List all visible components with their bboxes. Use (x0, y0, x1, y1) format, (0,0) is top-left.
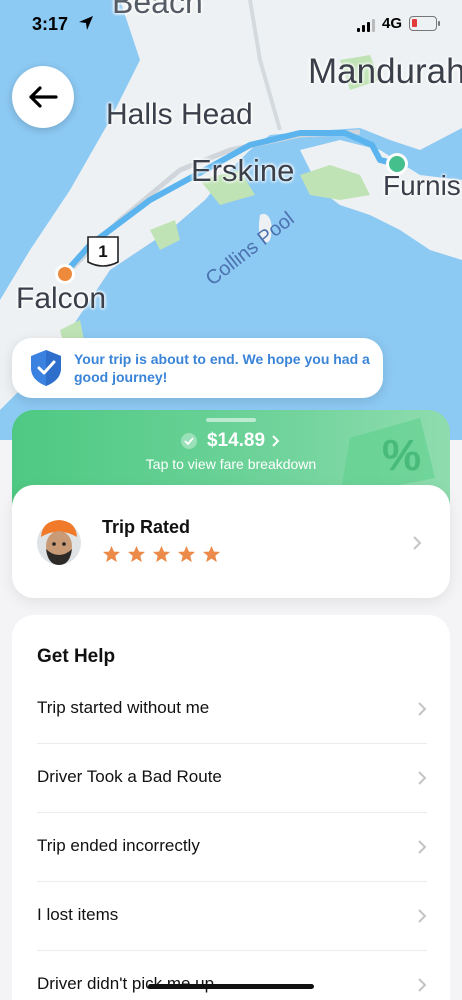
drag-handle[interactable] (206, 418, 256, 422)
fare-amount: $14.89 (206, 430, 266, 451)
star-icon (202, 545, 221, 563)
star-icon (102, 545, 121, 563)
map-label-furnissdale: Furnis (383, 170, 461, 201)
help-item-driver-no-pickup[interactable]: Driver didn't pick me up (37, 952, 427, 1000)
signal-icon (357, 19, 375, 32)
chevron-right-icon (418, 978, 427, 992)
help-title: Get Help (37, 646, 116, 667)
trip-rating-card[interactable]: Trip Rated (12, 485, 450, 598)
status-bar: 3:17 4G (0, 0, 462, 50)
help-item-label: Trip started without me (37, 698, 210, 717)
map-label-erskine: Erskine (191, 153, 295, 188)
help-item-label: Driver Took a Bad Route (37, 767, 222, 786)
chevron-right-icon (413, 536, 422, 550)
chevron-right-icon (418, 771, 427, 785)
star-icon (127, 545, 146, 563)
network-type: 4G (382, 15, 403, 32)
star-icon (152, 545, 171, 563)
back-arrow-icon (29, 86, 58, 108)
map-label-mandurah: Mandurah (308, 52, 462, 91)
map-label-halls-head: Halls Head (106, 98, 253, 131)
trip-ending-toast: Your trip is about to end. We hope you h… (12, 338, 383, 398)
fare-amount-row[interactable]: $14.89 (0, 430, 462, 452)
shield-check-icon (31, 350, 61, 386)
chevron-right-icon (272, 435, 280, 447)
chevron-right-icon (418, 909, 427, 923)
help-item-label: Trip ended incorrectly (37, 836, 200, 855)
map-label-falcon: Falcon (16, 282, 107, 315)
back-button[interactable] (12, 66, 74, 128)
chevron-right-icon (418, 702, 427, 716)
fare-check-icon (180, 433, 197, 449)
help-item-trip-started-without-me[interactable]: Trip started without me (37, 676, 427, 744)
route-shield-number: 1 (98, 242, 107, 261)
help-item-lost-items[interactable]: I lost items (37, 883, 427, 951)
help-section: Get Help Trip started without me Driver … (12, 615, 450, 1000)
help-item-bad-route[interactable]: Driver Took a Bad Route (37, 745, 427, 813)
rating-stars (102, 545, 221, 564)
battery-icon (409, 16, 440, 31)
help-item-label: I lost items (37, 905, 119, 924)
chevron-right-icon (418, 840, 427, 854)
rating-title: Trip Rated (102, 517, 191, 537)
status-time: 3:17 (32, 14, 69, 34)
location-arrow-icon (79, 16, 93, 30)
toast-message: Your trip is about to end. We hope you h… (74, 351, 370, 385)
driver-avatar (37, 520, 81, 565)
help-item-trip-ended-incorrectly[interactable]: Trip ended incorrectly (37, 814, 427, 882)
home-indicator[interactable] (148, 984, 314, 989)
star-icon (177, 545, 196, 563)
fare-breakdown-link[interactable]: Tap to view fare breakdown (0, 456, 462, 472)
